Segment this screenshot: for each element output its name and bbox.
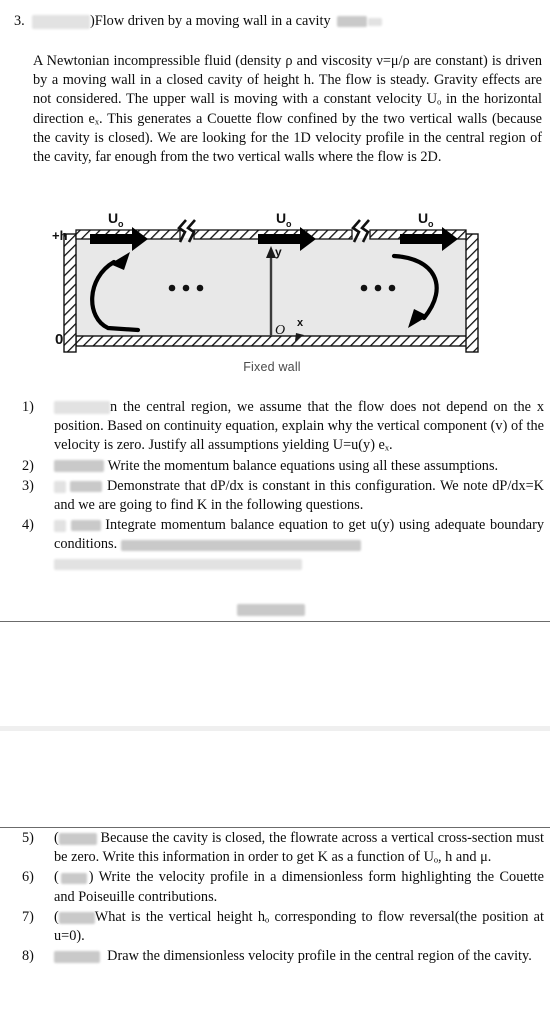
velocity-label-right-sub: o xyxy=(428,219,434,229)
question-2-body: Write the momentum balance equations usi… xyxy=(107,457,499,474)
problem-number: 3. xyxy=(14,13,25,29)
velocity-label-left: U xyxy=(108,210,118,226)
question-text-2: Write the momentum balance equations usi… xyxy=(54,457,544,476)
origin-label: O xyxy=(275,323,285,338)
velocity-label-center: U xyxy=(276,210,286,226)
ellipsis-left xyxy=(168,284,204,292)
height-label-top: +h xyxy=(52,228,68,243)
question-6-prefix: ( xyxy=(54,869,59,886)
velocity-label-left-sub: o xyxy=(118,219,124,229)
question-5-body: Because the cavity is closed, the flowra… xyxy=(54,830,544,866)
velocity-label-right: U xyxy=(418,210,428,226)
question-5-redaction xyxy=(58,832,97,845)
title-trailing-redaction-2 xyxy=(367,17,382,26)
question-number-2: 2) xyxy=(22,457,34,474)
question-3-redaction-b xyxy=(70,481,103,493)
left-wall xyxy=(63,233,77,353)
intro-paragraph: A Newtonian incompressible fluid (densit… xyxy=(33,53,542,166)
question-item-1: 1) n the central region, we assume that … xyxy=(22,398,544,456)
question-6-body: Write the velocity profile in a dimensio… xyxy=(54,869,544,905)
question-7-body: What is the vertical height hₒ correspon… xyxy=(54,908,544,945)
axis-label-x: x xyxy=(297,317,304,329)
question-text-8: Draw the dimensionless velocity profile … xyxy=(54,947,544,966)
question-7-redaction xyxy=(58,911,95,924)
horizontal-rule-upper xyxy=(0,621,550,622)
question-1-redaction xyxy=(54,401,110,415)
question-list-top: 1) n the central region, we assume that … xyxy=(22,398,544,575)
question-6-redaction xyxy=(60,872,87,884)
question-list-bottom: 5) ( Because the cavity is closed, the f… xyxy=(22,829,544,967)
question-4-redaction-a xyxy=(54,519,66,532)
document-page: 3. )Flow driven by a moving wall in a cav… xyxy=(0,0,550,1024)
ellipsis-right xyxy=(360,284,396,292)
question-text-1: n the central region, we assume that the… xyxy=(54,398,544,456)
question-text-4: Integrate momentum balance equation to g… xyxy=(54,516,544,574)
question-item-2: 2) Write the momentum balance equations … xyxy=(22,457,544,476)
height-label-bottom: 0 xyxy=(55,331,63,348)
question-item-5: 5) ( Because the cavity is closed, the f… xyxy=(22,829,544,867)
question-3-redaction-a xyxy=(54,480,66,493)
question-number-1: 1) xyxy=(22,399,34,415)
question-4-redaction-b xyxy=(70,520,101,532)
cavity-flow-diagram: U o U o U o +h 0 y O x Fixed wall xyxy=(52,208,492,380)
question-item-4: 4) Integrate momentum balance equation t… xyxy=(22,516,544,574)
question-item-3: 3) Demonstrate that dP/dx is constant in… xyxy=(22,477,544,515)
question-number-5: 5) xyxy=(22,830,34,846)
question-text-7: (What is the vertical height hₒ correspo… xyxy=(54,908,544,946)
question-item-6: 6) () Write the velocity profile in a di… xyxy=(22,868,544,906)
question-item-8: 8) Draw the dimensionless velocity profi… xyxy=(22,947,544,966)
question-item-7: 7) (What is the vertical height hₒ corre… xyxy=(22,908,544,946)
question-text-6: () Write the velocity profile in a dimen… xyxy=(54,868,544,906)
cavity-diagram-svg: U o U o U o +h 0 y O x xyxy=(52,210,479,353)
question-3-body: Demonstrate that dP/dx is constant in th… xyxy=(54,477,544,514)
question-number-7: 7) xyxy=(22,908,34,925)
figure-caption: Fixed wall xyxy=(243,360,301,374)
problem-title-line: 3. )Flow driven by a moving wall in a cav… xyxy=(14,12,540,31)
question-text-3: Demonstrate that dP/dx is constant in th… xyxy=(54,477,544,515)
rule-area-redaction xyxy=(237,604,305,616)
question-8-body: Draw the dimensionless velocity profile … xyxy=(107,948,532,965)
question-8-redaction xyxy=(54,950,100,963)
question-number-4: 4) xyxy=(22,517,34,534)
page-title: )Flow driven by a moving wall in a cavit… xyxy=(90,13,331,29)
title-trailing-redaction xyxy=(336,16,367,28)
question-4-tail-redaction-2 xyxy=(54,558,302,570)
axis-label-y: y xyxy=(275,245,282,259)
question-4-tail-redaction-1 xyxy=(121,539,362,551)
gray-separator-band xyxy=(0,726,550,731)
bottom-wall xyxy=(75,335,471,347)
question-number-6: 6) xyxy=(22,869,34,886)
question-number-3: 3) xyxy=(22,477,34,494)
question-text-5: ( Because the cavity is closed, the flow… xyxy=(54,829,544,867)
right-wall xyxy=(465,233,479,353)
question-6-suffix: ) xyxy=(88,869,94,886)
question-number-8: 8) xyxy=(22,948,34,965)
title-redaction-block xyxy=(32,14,90,29)
question-1-body: n the central region, we assume that the… xyxy=(54,399,544,454)
horizontal-rule-lower xyxy=(0,827,550,828)
velocity-label-center-sub: o xyxy=(286,219,292,229)
question-2-redaction xyxy=(54,460,104,473)
